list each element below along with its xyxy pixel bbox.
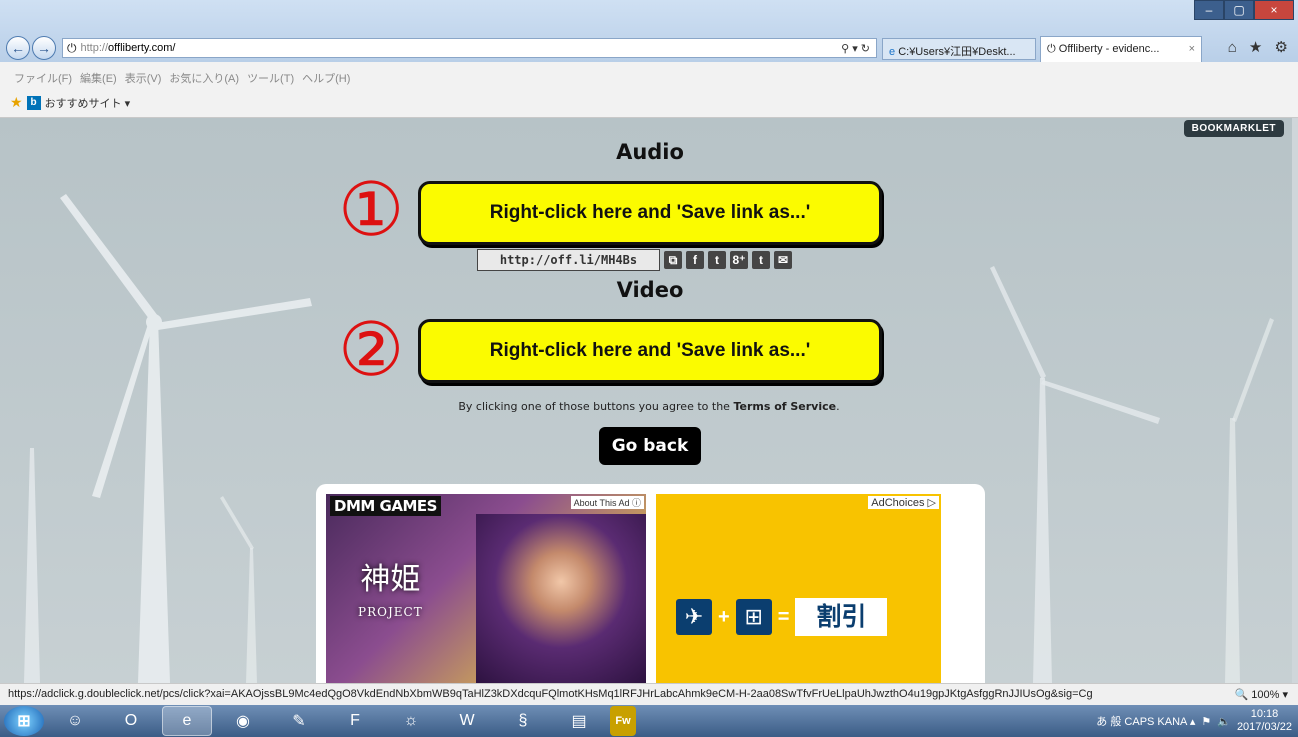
- tab-label: Offliberty - evidenc...: [1058, 43, 1160, 55]
- clock[interactable]: 10:18 2017/03/22: [1237, 708, 1292, 734]
- tumblr-icon[interactable]: t: [752, 251, 770, 269]
- taskbar-app-ie[interactable]: e: [162, 706, 212, 736]
- back-arrow-icon: ←: [11, 40, 25, 56]
- address-tools[interactable]: ⚲ ▾ ↻: [841, 42, 870, 55]
- taskbar-app-explorer[interactable]: ▤: [554, 706, 604, 736]
- taskbar-app-word[interactable]: W: [442, 706, 492, 736]
- menu-bar: ファイル(F) 編集(E) 表示(V) お気に入り(A) ツール(T) ヘルプ(…: [0, 62, 1298, 88]
- ad-equation: ✈ + ⊞ = 割引: [676, 598, 888, 636]
- menu-edit[interactable]: 編集(E): [80, 70, 117, 88]
- short-url-field[interactable]: http://off.li/MH4Bs: [477, 249, 660, 271]
- bookmarklet-button[interactable]: BOOKMARKLET: [1183, 120, 1284, 137]
- video-heading: Video: [616, 278, 684, 302]
- equals-sign: =: [777, 605, 790, 628]
- taskbar-app-messenger[interactable]: ☺: [50, 706, 100, 736]
- terms-of-service-link[interactable]: Terms of Service: [733, 400, 836, 413]
- ad-game-title: 神姫 PROJECT: [358, 564, 423, 628]
- forward-arrow-icon: →: [37, 40, 51, 56]
- menu-favorites[interactable]: お気に入り(A): [169, 70, 239, 88]
- google-plus-icon[interactable]: 8⁺: [730, 251, 748, 269]
- taskbar-app-outlook[interactable]: O: [106, 706, 156, 736]
- audio-download-button[interactable]: Right-click here and 'Save link as...': [418, 181, 882, 245]
- taskbar-app-paint[interactable]: ✎: [274, 706, 324, 736]
- email-icon[interactable]: ✉: [774, 251, 792, 269]
- tray-status-icons[interactable]: あ 般 CAPS KANA ▴: [1096, 713, 1195, 729]
- flag-icon[interactable]: ⚑: [1201, 715, 1211, 728]
- restore-button[interactable]: ▢: [1224, 0, 1254, 20]
- video-download-button[interactable]: Right-click here and 'Save link as...': [418, 319, 882, 383]
- taskbar-app-tool[interactable]: §: [498, 706, 548, 736]
- forward-button[interactable]: →: [32, 36, 56, 60]
- menu-view[interactable]: 表示(V): [125, 70, 162, 88]
- audio-heading: Audio: [616, 140, 684, 164]
- discount-label: 割引: [795, 598, 888, 636]
- share-row: http://off.li/MH4Bs ⧉ f t 8⁺ t ✉: [477, 249, 792, 271]
- ad-brand: DMM GAMES: [330, 496, 441, 516]
- ad-panel: DMM GAMES About This Ad ⓘ 神姫 PROJECT AdC…: [316, 484, 985, 683]
- taskbar-app-fireworks[interactable]: Fw: [610, 706, 636, 736]
- menu-help[interactable]: ヘルプ(H): [302, 70, 350, 88]
- status-bar: https://adclick.g.doubleclick.net/pcs/cl…: [0, 683, 1298, 705]
- tab-offliberty[interactable]: ⏻ Offliberty - evidenc... ×: [1040, 36, 1202, 62]
- minimize-button[interactable]: –: [1194, 0, 1224, 20]
- plus-sign: +: [718, 605, 730, 628]
- adchoices-link[interactable]: AdChoices ▷: [868, 496, 939, 509]
- window-controls: – ▢ ×: [1194, 0, 1294, 20]
- suggested-sites-link[interactable]: おすすめサイト ▾: [45, 95, 131, 111]
- travel-discount-ad[interactable]: AdChoices ▷ ✈ + ⊞ = 割引: [656, 494, 941, 683]
- tab-local-file[interactable]: e C:¥Users¥江田¥Deskt...: [882, 38, 1036, 60]
- back-button[interactable]: ←: [6, 36, 30, 60]
- terms-prefix: By clicking one of those buttons you agr…: [458, 400, 734, 413]
- airplane-icon: ✈: [676, 599, 712, 635]
- tab-close-icon[interactable]: ×: [1189, 43, 1195, 55]
- clock-date: 2017/03/22: [1236, 721, 1292, 733]
- bing-icon: b: [26, 95, 41, 110]
- volume-icon[interactable]: 🔈: [1217, 715, 1231, 728]
- menu-tools[interactable]: ツール(T): [247, 70, 294, 88]
- power-icon: ⏻: [1047, 43, 1059, 55]
- taskbar-app-chrome[interactable]: ◉: [218, 706, 268, 736]
- system-tray: あ 般 CAPS KANA ▴ ⚑ 🔈 10:18 2017/03/22: [1096, 705, 1292, 737]
- annotation-marker-2: ②: [338, 307, 405, 393]
- address-bar[interactable]: ⏻ http:// offliberty.com/ ⚲ ▾ ↻: [62, 38, 877, 58]
- browser-title-bar: – ▢ × ← → ⏻ http:// offliberty.com/ ⚲ ▾ …: [0, 0, 1298, 62]
- home-favorites-settings-icons[interactable]: ⌂ ★ ⚙: [1228, 38, 1292, 56]
- site-icon: ⏻: [67, 40, 77, 55]
- navigation-buttons: ← →: [6, 36, 56, 60]
- close-window-button[interactable]: ×: [1254, 0, 1294, 20]
- menu-file[interactable]: ファイル(F): [14, 70, 72, 88]
- facebook-icon[interactable]: f: [686, 251, 704, 269]
- tab-label: C:¥Users¥江田¥Deskt...: [898, 46, 1016, 58]
- terms-notice: By clicking one of those buttons you agr…: [0, 400, 1298, 413]
- twitter-icon[interactable]: t: [708, 251, 726, 269]
- ad-game-title-main: 神姫: [360, 562, 421, 597]
- clock-time: 10:18: [1250, 708, 1279, 720]
- ad-game-title-sub: PROJECT: [358, 605, 423, 619]
- page-content: BOOKMARKLET Audio ① Right-click here and…: [0, 118, 1298, 683]
- about-this-ad-link[interactable]: About This Ad ⓘ: [570, 496, 644, 509]
- start-button[interactable]: ⊞: [4, 706, 44, 736]
- terms-suffix: .: [836, 400, 840, 413]
- favorites-bar: ★ b おすすめサイト ▾: [0, 88, 1298, 118]
- favorites-star-icon[interactable]: ★: [10, 94, 23, 111]
- url-scheme: http://: [80, 42, 109, 54]
- go-back-button[interactable]: Go back: [599, 427, 701, 465]
- status-link-url: https://adclick.g.doubleclick.net/pcs/cl…: [8, 688, 1093, 700]
- copy-icon[interactable]: ⧉: [664, 251, 682, 269]
- dmm-games-ad[interactable]: DMM GAMES About This Ad ⓘ 神姫 PROJECT: [326, 494, 646, 683]
- url-host: offliberty.com/: [108, 42, 176, 54]
- taskbar-app-media[interactable]: ☼: [386, 706, 436, 736]
- annotation-marker-1: ①: [338, 167, 405, 253]
- hotel-icon: ⊞: [735, 599, 772, 635]
- taskbar-app-ftp[interactable]: F: [330, 706, 380, 736]
- ad-character-image: [476, 514, 646, 683]
- zoom-control[interactable]: 🔍 100% ▾: [1228, 688, 1288, 701]
- ie-icon: e: [889, 46, 899, 58]
